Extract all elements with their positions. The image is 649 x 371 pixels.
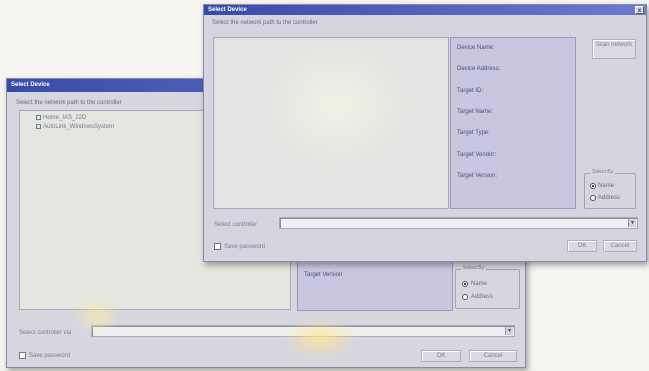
back-radio-address-label: Address bbox=[471, 294, 494, 300]
back-radio-name[interactable] bbox=[462, 281, 468, 287]
front-dialog-prompt: Select the network path to the controlle… bbox=[212, 20, 318, 26]
back-save-checkbox[interactable] bbox=[19, 352, 26, 359]
front-path-label: Select controller bbox=[214, 222, 258, 228]
target-id-label: Target ID: bbox=[457, 88, 484, 94]
back-radio-address[interactable] bbox=[462, 294, 468, 300]
back-save-label: Save password bbox=[29, 353, 71, 359]
front-path-combo[interactable]: ▼ bbox=[279, 217, 638, 229]
front-info-panel: Device Name: Device Address: Target ID: … bbox=[450, 37, 576, 209]
back-tree-item-1[interactable]: Home_IAS_22D bbox=[36, 115, 86, 121]
back-radio-name-label: Name bbox=[471, 281, 488, 287]
computer-icon bbox=[36, 124, 41, 129]
front-select-by-group: Select By Name Address bbox=[584, 169, 636, 209]
back-tree-item-2-label: AutoLink_WindowsSystem bbox=[43, 124, 115, 131]
back-path-combo[interactable]: ▼ bbox=[91, 325, 515, 337]
back-cancel-button[interactable]: Cancel bbox=[469, 350, 517, 362]
chevron-down-icon[interactable]: ▼ bbox=[505, 327, 513, 335]
front-dialog-titlebar: Select Device x bbox=[204, 5, 646, 15]
folder-icon bbox=[36, 115, 41, 120]
target-name-label: Target Name: bbox=[457, 109, 494, 115]
front-ok-button[interactable]: OK bbox=[567, 240, 597, 252]
front-radio-address-label: Address bbox=[598, 195, 621, 201]
back-tree-item-1-label: Home_IAS_22D bbox=[43, 115, 87, 122]
device-name-label: Device Name: bbox=[457, 45, 495, 51]
target-version-label: Target Version: bbox=[457, 173, 498, 179]
back-select-by-group: Select By Name Address bbox=[455, 265, 520, 309]
back-info-panel: Target Version bbox=[297, 261, 453, 311]
front-dialog-title: Select Device bbox=[208, 7, 247, 13]
front-radio-address[interactable] bbox=[590, 195, 596, 201]
back-dialog-prompt: Select the network path to the controlle… bbox=[16, 100, 122, 106]
front-dialog: Select Device x Select the network path … bbox=[203, 4, 647, 262]
close-icon[interactable]: x bbox=[635, 6, 644, 14]
back-path-label: Select controller via bbox=[19, 330, 72, 336]
front-radio-name-label: Name bbox=[598, 183, 615, 189]
target-type-label: Target Type: bbox=[457, 130, 490, 136]
target-vendor-label: Target Vendor: bbox=[457, 152, 497, 158]
scan-network-button[interactable]: Scan network bbox=[592, 39, 636, 59]
back-target-version-label: Target Version bbox=[304, 272, 343, 278]
device-address-label: Device Address: bbox=[457, 66, 501, 72]
front-device-tree[interactable] bbox=[213, 37, 449, 209]
front-save-label: Save password bbox=[224, 244, 266, 250]
front-radio-name[interactable] bbox=[590, 183, 596, 189]
back-dialog-title: Select Device bbox=[11, 82, 50, 88]
back-ok-button[interactable]: OK bbox=[421, 350, 461, 362]
back-select-by-title: Select By bbox=[461, 265, 487, 271]
chevron-down-icon[interactable]: ▼ bbox=[628, 219, 636, 227]
front-save-checkbox[interactable] bbox=[214, 243, 221, 250]
front-cancel-button[interactable]: Cancel bbox=[603, 240, 637, 252]
back-tree-item-2[interactable]: AutoLink_WindowsSystem bbox=[36, 124, 114, 130]
front-select-by-title: Select By bbox=[590, 169, 616, 175]
